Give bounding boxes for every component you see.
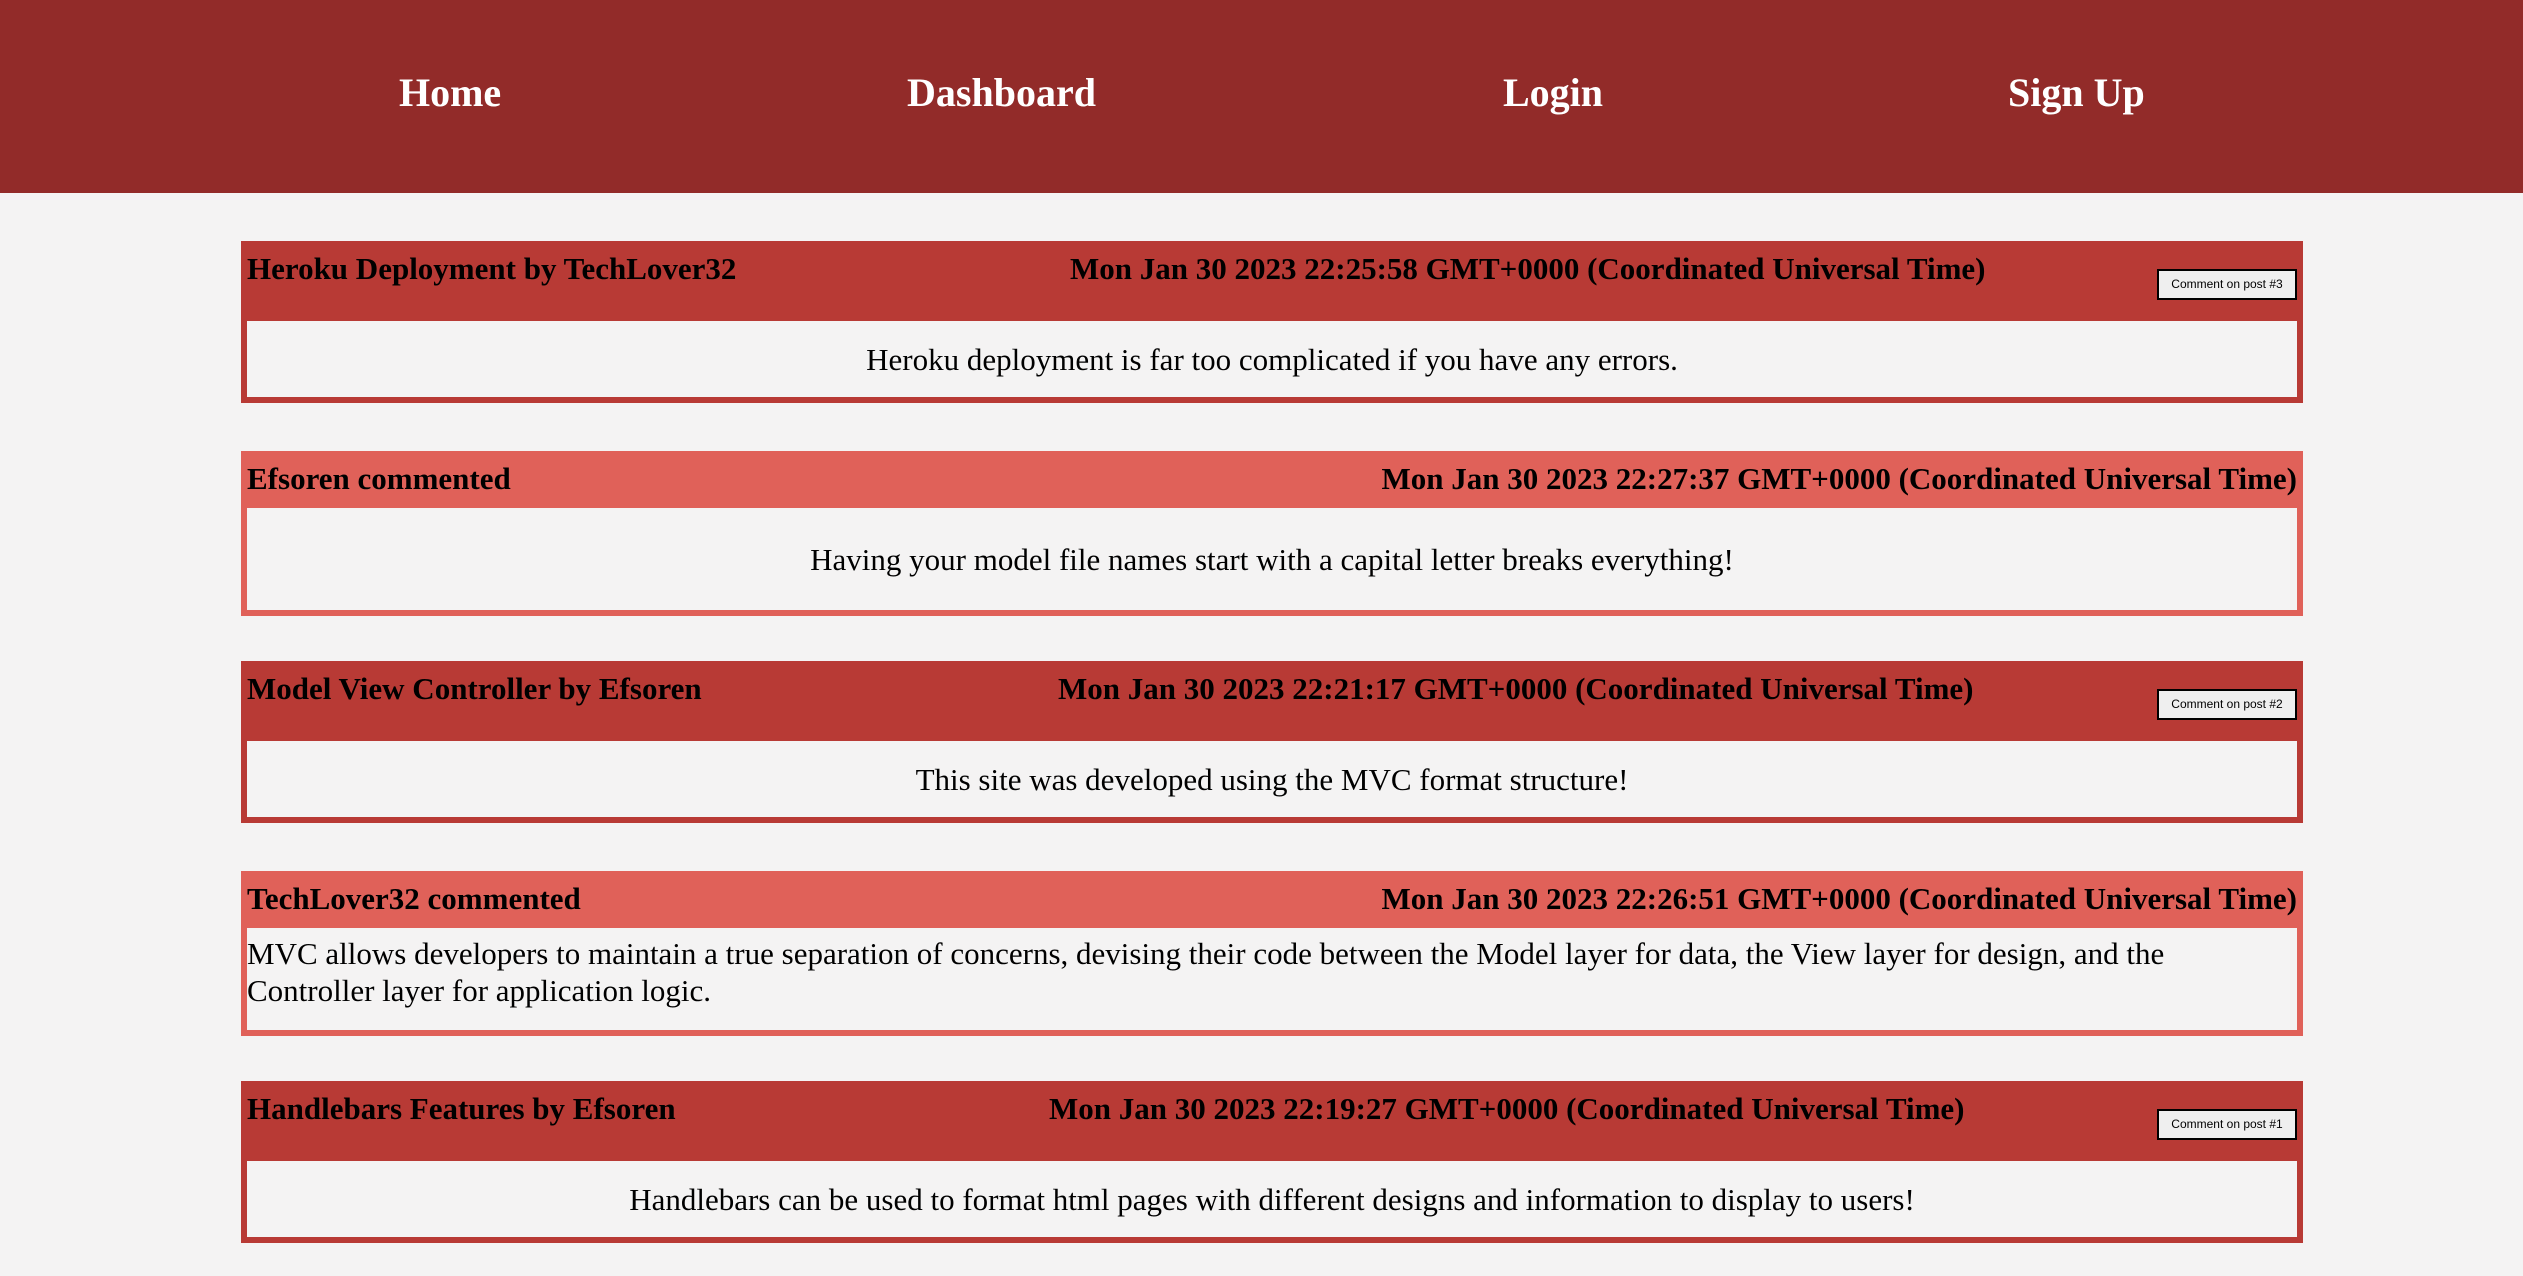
comment-body: Having your model file names start with … bbox=[247, 508, 2297, 610]
comment-card: TechLover32 commented Mon Jan 30 2023 22… bbox=[241, 871, 2303, 1036]
post-body: Heroku deployment is far too complicated… bbox=[247, 321, 2297, 397]
nav-dashboard-link[interactable]: Dashboard bbox=[907, 69, 1096, 117]
nav-login-link[interactable]: Login bbox=[1503, 69, 1603, 117]
comment-on-post-button[interactable]: Comment on post #1 bbox=[2157, 1109, 2297, 1140]
comment-header: Efsoren commented Mon Jan 30 2023 22:27:… bbox=[247, 457, 2297, 508]
post-header: Handlebars Features by Efsoren Mon Jan 3… bbox=[247, 1087, 2297, 1161]
post-header: Model View Controller by Efsoren Mon Jan… bbox=[247, 667, 2297, 741]
post-card: Model View Controller by Efsoren Mon Jan… bbox=[241, 661, 2303, 823]
comment-author: Efsoren commented bbox=[247, 461, 511, 496]
post-title: Heroku Deployment by TechLover32 bbox=[247, 251, 737, 286]
navbar: Home Dashboard Login Sign Up bbox=[0, 0, 2523, 193]
post-card: Heroku Deployment by TechLover32 Mon Jan… bbox=[241, 241, 2303, 403]
comment-on-post-button[interactable]: Comment on post #2 bbox=[2157, 689, 2297, 720]
post-date: Mon Jan 30 2023 22:19:27 GMT+0000 (Coord… bbox=[1049, 1091, 1965, 1126]
post-header: Heroku Deployment by TechLover32 Mon Jan… bbox=[247, 247, 2297, 321]
post-date: Mon Jan 30 2023 22:25:58 GMT+0000 (Coord… bbox=[1070, 251, 1986, 286]
nav-home-link[interactable]: Home bbox=[399, 69, 501, 117]
post-date: Mon Jan 30 2023 22:21:17 GMT+0000 (Coord… bbox=[1058, 671, 1974, 706]
post-title: Model View Controller by Efsoren bbox=[247, 671, 702, 706]
comment-author: TechLover32 commented bbox=[247, 881, 581, 916]
comment-header: TechLover32 commented Mon Jan 30 2023 22… bbox=[247, 877, 2297, 928]
post-body: Handlebars can be used to format html pa… bbox=[247, 1161, 2297, 1237]
comment-body: MVC allows developers to maintain a true… bbox=[247, 928, 2297, 1030]
comment-on-post-button[interactable]: Comment on post #3 bbox=[2157, 269, 2297, 300]
comment-date: Mon Jan 30 2023 22:26:51 GMT+0000 (Coord… bbox=[1381, 881, 2298, 916]
comment-card: Efsoren commented Mon Jan 30 2023 22:27:… bbox=[241, 451, 2303, 616]
nav-signup-link[interactable]: Sign Up bbox=[2008, 69, 2145, 117]
post-title: Handlebars Features by Efsoren bbox=[247, 1091, 676, 1126]
post-body: This site was developed using the MVC fo… bbox=[247, 741, 2297, 817]
comment-date: Mon Jan 30 2023 22:27:37 GMT+0000 (Coord… bbox=[1381, 461, 2298, 496]
post-card: Handlebars Features by Efsoren Mon Jan 3… bbox=[241, 1081, 2303, 1243]
